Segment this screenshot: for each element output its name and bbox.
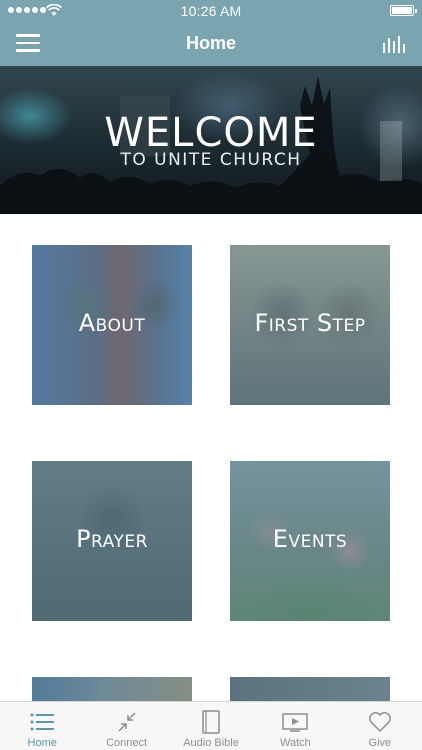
tab-home[interactable]: Home	[0, 702, 84, 750]
partial-tile-left[interactable]	[32, 677, 192, 701]
tile-label-about: About	[78, 309, 146, 337]
tab-watch[interactable]: Watch	[253, 702, 337, 750]
page-title: Home	[185, 33, 236, 53]
welcome-hero-banner[interactable]: WELCOME TO UNITE CHURCH	[0, 66, 422, 214]
collapse-arrows-icon	[118, 712, 136, 732]
tab-connect[interactable]: Connect	[84, 702, 168, 750]
status-bar: 10:26 AM	[0, 0, 422, 22]
prayer-tile[interactable]: Prayer	[32, 461, 192, 621]
tile-label-first-step: First Step	[254, 309, 366, 337]
book-icon	[202, 710, 220, 734]
list-icon	[30, 713, 55, 731]
tab-label: Home	[27, 737, 57, 749]
tile-overlay	[230, 677, 390, 701]
video-play-icon	[282, 713, 309, 732]
about-tile[interactable]: About	[32, 245, 192, 405]
bottom-tab-bar: Home Connect Audio Bible Watch Give	[0, 701, 422, 750]
equalizer-icon[interactable]	[382, 35, 406, 53]
status-time: 10:26 AM	[180, 3, 242, 19]
heart-icon	[368, 712, 391, 732]
tab-label: Give	[368, 737, 392, 749]
tile-overlay	[32, 677, 192, 701]
tile-label-prayer: Prayer	[76, 525, 148, 553]
tab-label: Connect	[106, 737, 148, 749]
events-tile[interactable]: Events	[230, 461, 390, 621]
partial-tile-right[interactable]	[230, 677, 390, 701]
navigation-header: 10:26 AM Home	[0, 0, 422, 66]
tab-label: Audio Bible	[183, 737, 239, 749]
first-step-tile[interactable]: First Step	[230, 245, 390, 405]
tab-audio-bible[interactable]: Audio Bible	[169, 702, 253, 750]
tile-label-events: Events	[272, 525, 348, 553]
battery-icon	[390, 5, 417, 16]
tab-give[interactable]: Give	[338, 702, 422, 750]
hero-subtitle: TO UNITE CHURCH	[120, 150, 302, 170]
tab-label: Watch	[280, 737, 311, 749]
